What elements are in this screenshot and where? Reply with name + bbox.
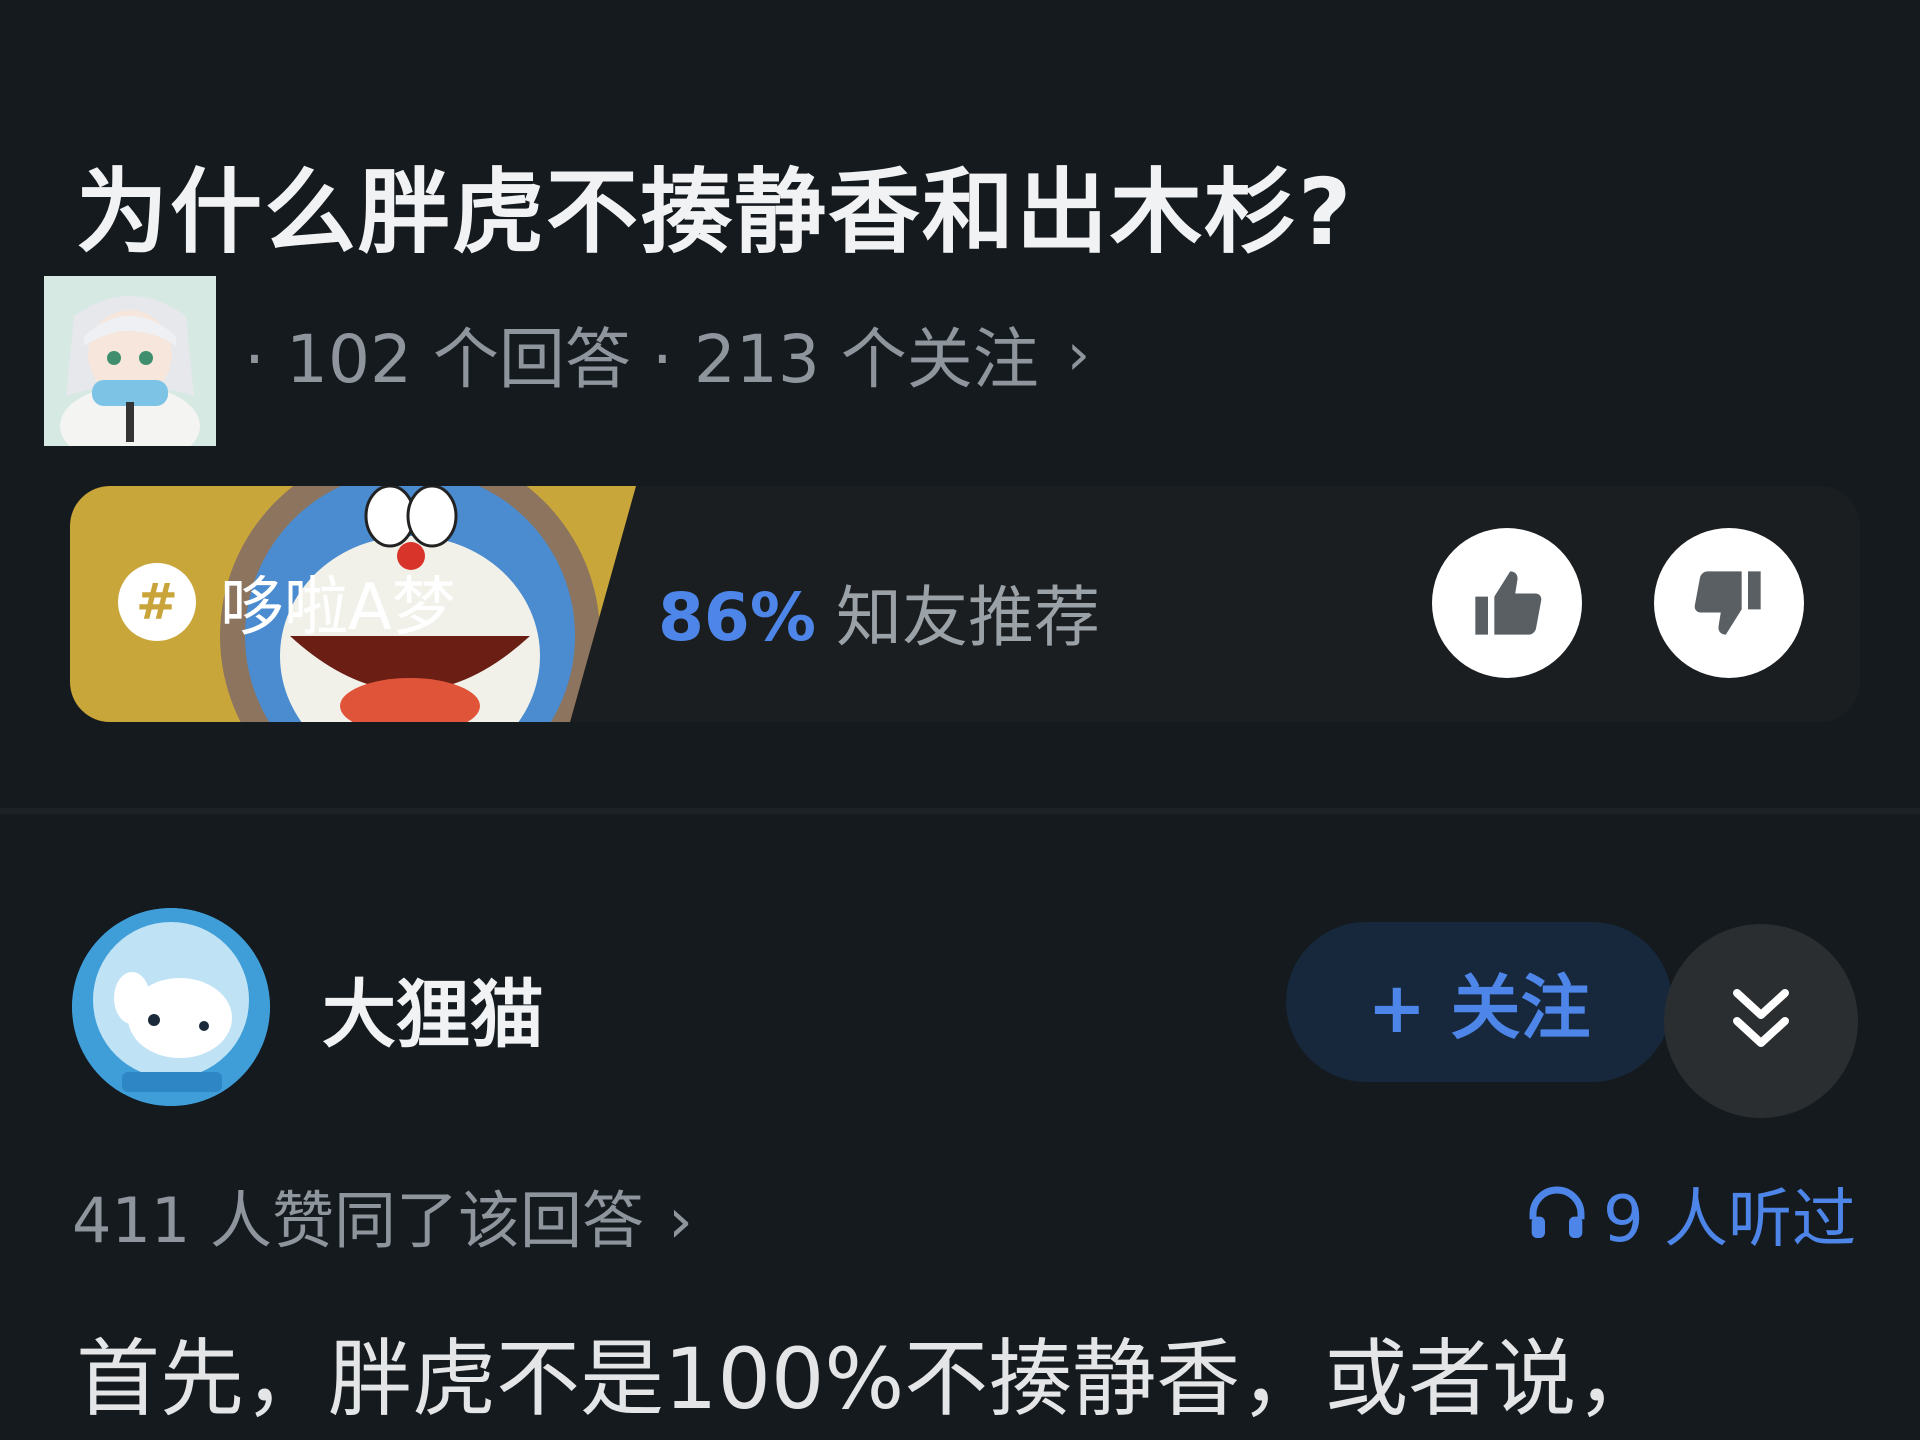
anime-girl-avatar-icon [44, 276, 216, 446]
thumbs-down-icon [1694, 571, 1761, 635]
follow-button[interactable]: + 关注 [1286, 922, 1672, 1082]
recommend-percent: 86% [658, 579, 816, 656]
question-title[interactable]: 为什么胖虎不揍静香和出木杉? [76, 138, 1353, 271]
thumbs-down-button[interactable] [1654, 528, 1804, 678]
topic-card[interactable]: # 哆啦A梦 86% 知友推荐 [70, 486, 1860, 722]
chevron-right-icon: › [668, 1184, 693, 1257]
listen-text: 9 人听过 [1602, 1183, 1856, 1257]
recommend-label: 知友推荐 [835, 579, 1100, 656]
answer-body[interactable]: 首先，胖虎不是100%不揍静香，或者说， [76, 1312, 1660, 1433]
question-meta[interactable]: · 102 个回答 · 213 个关注 › [244, 306, 1090, 402]
chevron-right-icon: › [1066, 320, 1091, 388]
author-avatar[interactable] [72, 908, 270, 1106]
upvote-text: 411 人赞同了该回答 [72, 1184, 645, 1257]
double-chevron-down-icon [1733, 989, 1789, 1047]
upvote-summary[interactable]: 411 人赞同了该回答 › [72, 1170, 693, 1260]
topic-tag[interactable]: # 哆啦A梦 [118, 556, 456, 648]
topic-name: 哆啦A梦 [220, 571, 456, 645]
recommend-rate: 86% 知友推荐 [658, 564, 1100, 660]
question-meta-text: · 102 个回答 · 213 个关注 [244, 321, 1039, 398]
listen-count[interactable]: 9 人听过 [1525, 1168, 1856, 1260]
astronaut-dog-avatar-icon [72, 908, 270, 1106]
section-divider [0, 808, 1920, 814]
question-page: 为什么胖虎不揍静香和出木杉? · 102 个回答 · 213 个关注 › # 哆… [0, 0, 1920, 1440]
thumbs-up-button[interactable] [1432, 528, 1582, 678]
author-name[interactable]: 大狸猫 [322, 955, 544, 1062]
asker-avatar[interactable] [44, 276, 216, 446]
thumbs-up-icon [1475, 571, 1542, 635]
hash-icon: # [118, 563, 196, 641]
expand-button[interactable] [1664, 924, 1858, 1118]
headphones-icon [1529, 1186, 1585, 1238]
